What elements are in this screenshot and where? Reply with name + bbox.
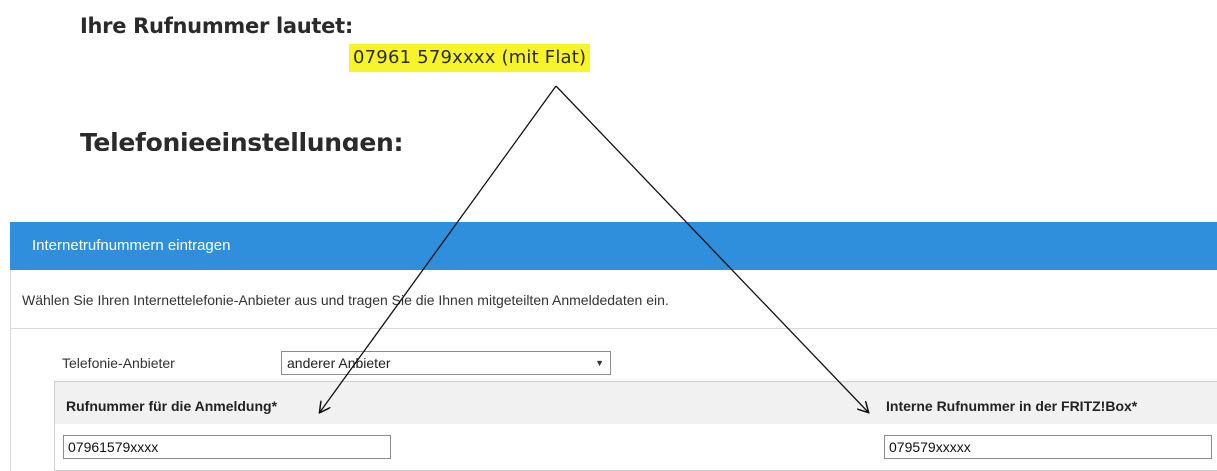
internal-number-label: Interne Rufnummer in der FRITZ!Box* (886, 398, 1138, 414)
registration-number-input[interactable] (63, 435, 391, 459)
highlighted-phone-number: 07961 579xxxx (mit Flat) (349, 44, 591, 72)
provider-label: Telefonie-Anbieter (62, 355, 175, 371)
heading-phone-number: Ihre Rufnummer lautet: (80, 14, 353, 38)
panel-header: Internetrufnummern eintragen (10, 222, 1217, 270)
registration-number-label: Rufnummer für die Anmeldung* (66, 398, 278, 414)
divider (10, 328, 1217, 329)
heading-telephony-settings: Telefonieeinstellungen: (80, 128, 404, 151)
provider-selected-value: anderer Anbieter (287, 355, 391, 371)
panel-intro-text: Wählen Sie Ihren Internettelefonie-Anbie… (22, 292, 669, 308)
provider-select[interactable]: anderer Anbieter ▼ (281, 351, 611, 375)
internal-number-input[interactable] (884, 435, 1212, 459)
chevron-down-icon: ▼ (595, 358, 604, 368)
